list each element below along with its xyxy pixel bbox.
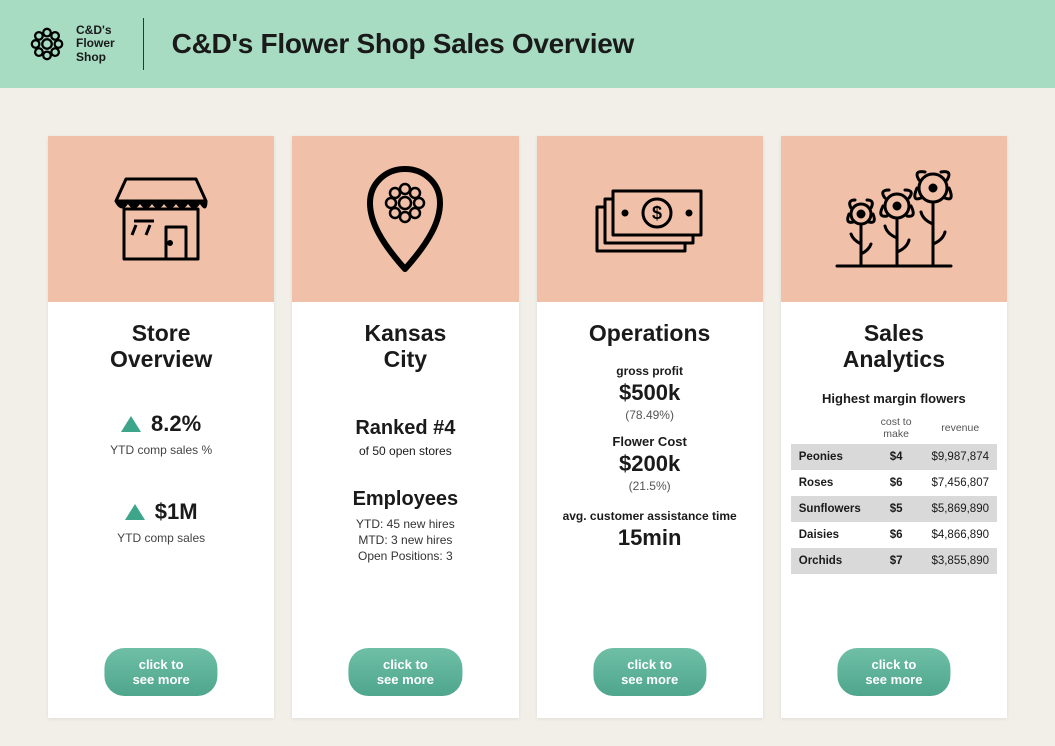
margin-flowers-table: cost to make revenue Peonies $4 $9,987,8…	[791, 412, 997, 574]
table-row: Daisies $6 $4,866,890	[791, 522, 997, 548]
card-kansas-city: Kansas City Ranked #4 of 50 open stores …	[292, 136, 518, 718]
svg-text:$: $	[652, 203, 662, 223]
th-cost: cost to make	[869, 412, 924, 444]
flower-cost-pct: (21.5%)	[629, 479, 671, 493]
table-header-row: cost to make revenue	[791, 412, 997, 444]
card-icon-area	[48, 136, 274, 302]
flower-cost-value: $200k	[619, 451, 680, 477]
analytics-subtitle: Highest margin flowers	[822, 391, 966, 406]
header-bar: C&D's Flower Shop C&D's Flower Shop Sale…	[0, 0, 1055, 88]
card-title: Operations	[589, 320, 710, 346]
see-more-button[interactable]: click to see more	[837, 648, 950, 696]
table-row: Roses $6 $7,456,807	[791, 470, 997, 496]
brand-block: C&D's Flower Shop	[28, 24, 115, 64]
rank-value: Ranked #4	[355, 417, 455, 440]
card-sales-analytics: Sales Analytics Highest margin flowers c…	[781, 136, 1007, 718]
storefront-icon	[106, 169, 216, 269]
rank-sub: of 50 open stores	[359, 444, 452, 458]
emp-ytd: YTD: 45 new hires	[356, 517, 455, 531]
page-title: C&D's Flower Shop Sales Overview	[172, 28, 634, 60]
card-icon-area	[781, 136, 1007, 302]
flowers-growing-icon	[829, 164, 959, 274]
stat-ytd-comp-pct: 8.2% YTD comp sales %	[110, 411, 212, 457]
flower-logo-icon	[28, 25, 66, 63]
gross-profit-pct: (78.49%)	[625, 408, 674, 422]
location-pin-flower-icon	[362, 163, 448, 275]
card-title: Sales Analytics	[843, 320, 945, 373]
employees-heading: Employees	[353, 488, 459, 511]
table-row: Orchids $7 $3,855,890	[791, 548, 997, 574]
card-icon-area: $	[537, 136, 763, 302]
see-more-button[interactable]: click to see more	[593, 648, 706, 696]
emp-open: Open Positions: 3	[358, 549, 453, 563]
card-icon-area	[292, 136, 518, 302]
brand-name: C&D's Flower Shop	[76, 24, 115, 64]
gross-profit-value: $500k	[619, 380, 680, 406]
see-more-button[interactable]: click to see more	[105, 648, 218, 696]
cards-container: Store Overview 8.2% YTD comp sales % $1M…	[0, 88, 1055, 718]
table-row: Sunflowers $5 $5,869,890	[791, 496, 997, 522]
up-arrow-icon	[125, 504, 145, 520]
th-revenue: revenue	[923, 412, 997, 444]
avg-assist-label: avg. customer assistance time	[563, 509, 737, 523]
table-row: Peonies $4 $9,987,874	[791, 444, 997, 470]
emp-mtd: MTD: 3 new hires	[358, 533, 452, 547]
gross-profit-label: gross profit	[616, 364, 683, 378]
flower-cost-label: Flower Cost	[612, 434, 686, 449]
avg-assist-value: 15min	[618, 525, 682, 551]
card-title: Kansas City	[364, 320, 446, 373]
card-store-overview: Store Overview 8.2% YTD comp sales % $1M…	[48, 136, 274, 718]
see-more-button[interactable]: click to see more	[349, 648, 462, 696]
up-arrow-icon	[121, 416, 141, 432]
money-stack-icon: $	[591, 177, 709, 261]
card-operations: $ Operations gross profit $500k (78.49%)…	[537, 136, 763, 718]
header-divider	[143, 18, 144, 70]
card-title: Store Overview	[110, 320, 212, 373]
stat-ytd-comp-sales: $1M YTD comp sales	[117, 499, 205, 545]
